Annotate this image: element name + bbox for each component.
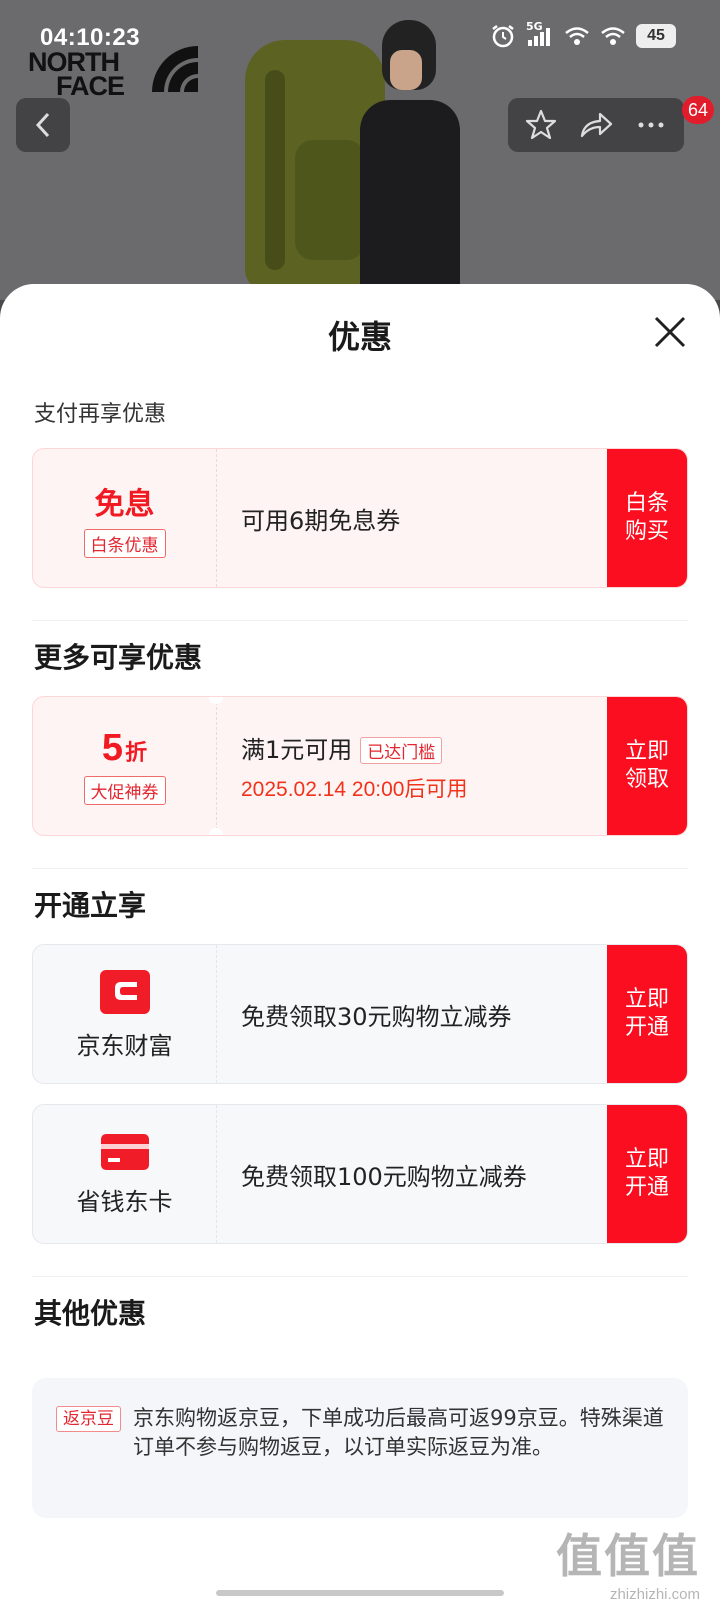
open-card-saving-card: 省钱东卡 免费领取100元购物立减券 立即开通 (32, 1104, 688, 1244)
status-icons: 5G 45 (490, 20, 676, 48)
section-title-pay: 支付再享优惠 (34, 402, 167, 427)
open-card-desc: 免费领取100元购物立减券 (241, 1162, 527, 1191)
coupon-tag: 白条优惠 (83, 528, 166, 558)
share-icon[interactable] (578, 108, 614, 142)
coupon-time-note: 2025.02.14 20:00后可用 (241, 777, 468, 801)
coupon-card-interest-free: 免息 白条优惠 可用6期免息券 白条购买 (32, 448, 688, 588)
coupon-desc: 满1元可用 已达门槛 (241, 730, 607, 765)
status-time: 04:10:23 (40, 24, 141, 51)
jd-bean-info-box: 返京豆 京东购物返京豆，下单成功后最高可返99京豆。特殊渠道订单不参与购物返豆，… (32, 1378, 688, 1518)
baitiao-buy-button[interactable]: 白条购买 (607, 449, 687, 587)
network-type-label: 5G (526, 20, 554, 48)
brand-left: 京东财富 (33, 945, 217, 1083)
site-watermark: 值值值 zhizhizhi.com (556, 1529, 700, 1600)
section-title-more: 更多可享优惠 (34, 641, 203, 674)
brand-left: 省钱东卡 (33, 1105, 217, 1243)
coupon-desc: 可用6期免息券 (241, 506, 401, 535)
back-button[interactable] (16, 98, 70, 152)
chevron-left-icon (35, 112, 50, 138)
coupon-main-label: 免息 (94, 486, 155, 522)
section-title-other: 其他优惠 (34, 1297, 147, 1330)
alarm-icon (492, 25, 514, 48)
wifi-secondary-icon (601, 27, 625, 45)
jd-bean-tag: 返京豆 (56, 1406, 121, 1432)
open-jd-wealth-button[interactable]: 立即开通 (607, 945, 687, 1083)
wallet-icon (99, 969, 150, 1014)
message-count-badge: 64 (682, 96, 715, 124)
status-bar: 04:10:23 5G 45 (0, 0, 720, 80)
close-icon[interactable] (650, 312, 690, 352)
brand-name: 京东财富 (76, 1031, 173, 1060)
discount-value: 5 折 (101, 727, 148, 769)
credit-card-icon (100, 1133, 149, 1170)
more-icon[interactable] (634, 108, 668, 142)
jd-bean-text: 京东购物返京豆，下单成功后最高可返99京豆。特殊渠道订单不参与购物返豆，以订单实… (133, 1406, 664, 1459)
battery-indicator: 45 (636, 24, 676, 48)
divider (32, 868, 688, 869)
coupon-left: 5 折 大促神券 (33, 697, 223, 835)
sheet-title: 优惠 (327, 318, 392, 356)
open-card-jd-wealth: 京东财富 免费领取30元购物立减券 立即开通 (32, 944, 688, 1084)
threshold-tag: 已达门槛 (360, 737, 443, 764)
coupon-left: 免息 白条优惠 (33, 449, 217, 587)
wifi-icon (565, 27, 589, 45)
claim-coupon-button[interactable]: 立即领取 (607, 697, 687, 835)
top-actions (508, 98, 684, 152)
open-saving-card-button[interactable]: 立即开通 (607, 1105, 687, 1243)
discount-sheet: 优惠 支付再享优惠 免息 白条优惠 可用6期免息券 白条购买 更多可享优惠 5 … (0, 284, 720, 1600)
brand-name: 省钱东卡 (76, 1187, 173, 1216)
home-indicator[interactable] (216, 1590, 504, 1596)
coupon-card-discount: 5 折 大促神券 满1元可用 已达门槛 2025.02.14 20:00后可用 立… (32, 696, 688, 836)
divider (32, 1276, 688, 1277)
coupon-tag: 大促神券 (83, 776, 166, 805)
open-card-desc: 免费领取30元购物立减券 (241, 1002, 512, 1031)
section-title-open: 开通立享 (34, 889, 147, 922)
favorite-star-icon[interactable] (524, 108, 558, 142)
divider (32, 620, 688, 621)
